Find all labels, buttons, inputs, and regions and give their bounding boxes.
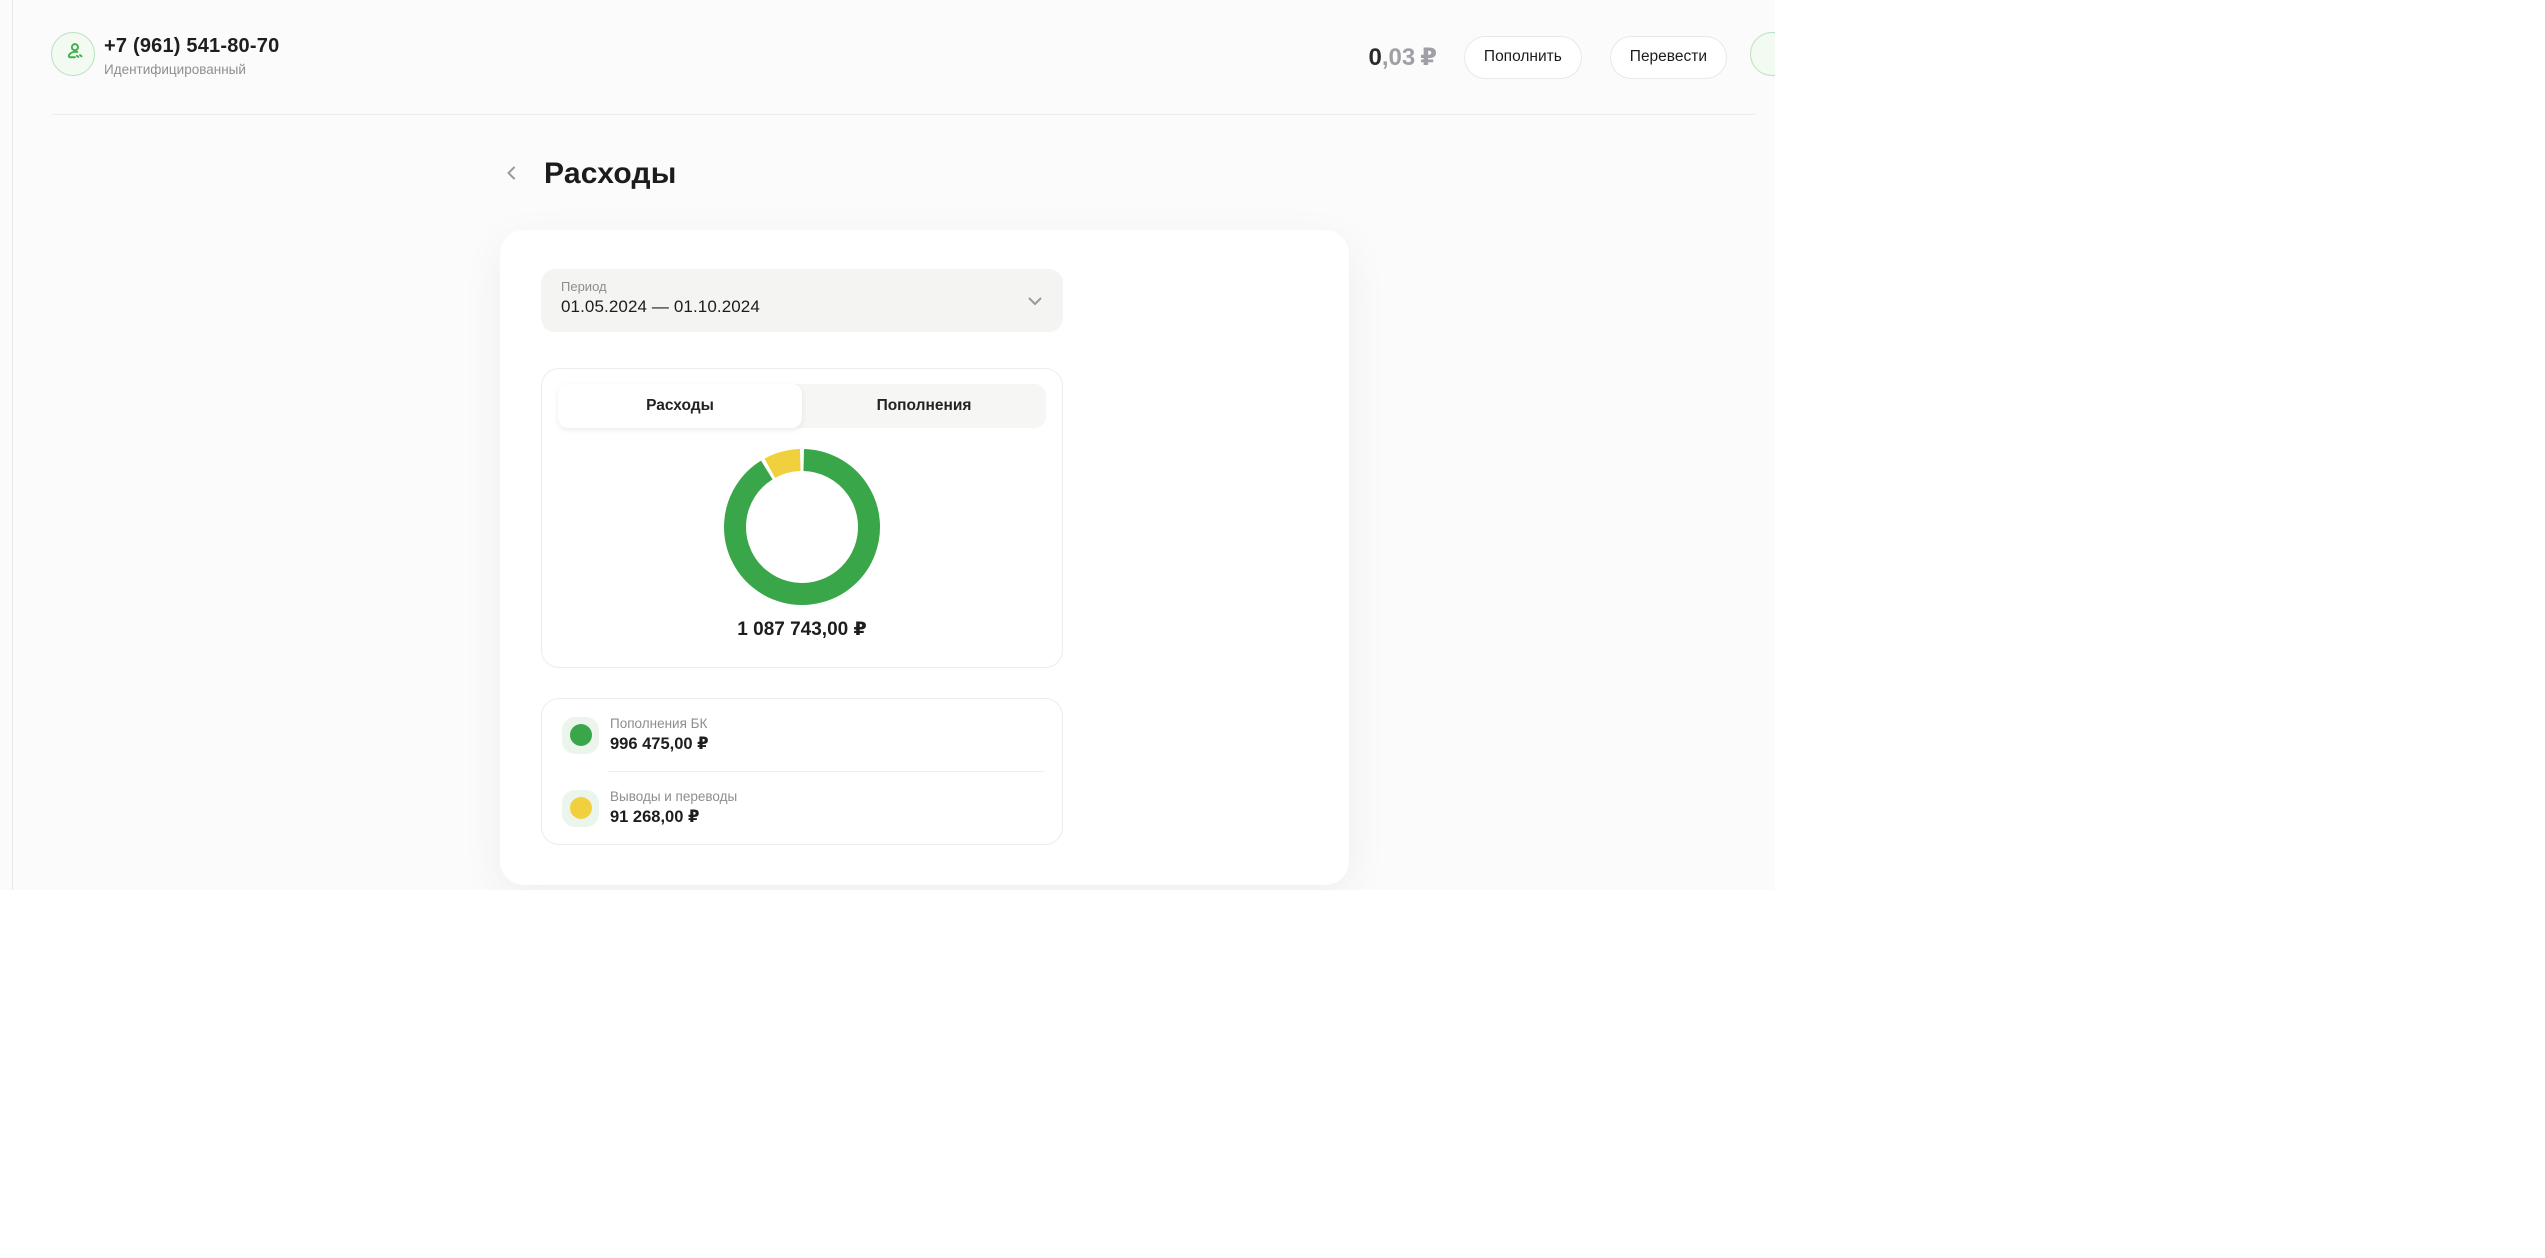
- chart-total: 1 087 743,00 ₽: [542, 618, 1062, 641]
- user-info[interactable]: +7 (961) 541-80-70 Идентифицированный: [104, 35, 279, 77]
- balance: 0,03₽: [1368, 43, 1436, 72]
- profile-avatar[interactable]: [51, 32, 95, 76]
- balance-fraction: ,03: [1382, 44, 1415, 71]
- green-dot-icon: [570, 724, 592, 746]
- yellow-dot-icon: [570, 797, 592, 819]
- back-button[interactable]: [502, 156, 532, 192]
- chart-tabs: Расходы Пополнения: [558, 384, 1046, 428]
- legend-icon: [562, 790, 599, 827]
- tab-topups[interactable]: Пополнения: [802, 384, 1046, 428]
- legend: Пополнения БК 996 475,00 ₽ Выводы и пере…: [541, 698, 1063, 845]
- period-value: 01.05.2024 — 01.10.2024: [561, 297, 1015, 317]
- donut-chart: [542, 447, 1062, 607]
- legend-row-withdrawals: Выводы и переводы 91 268,00 ₽: [542, 772, 1062, 844]
- chart-panel: Расходы Пополнения 1 087 743,00 ₽: [541, 368, 1063, 668]
- chevron-left-icon: [502, 163, 522, 186]
- partial-circle-button[interactable]: [1750, 32, 1775, 76]
- period-selector[interactable]: Период 01.05.2024 — 01.10.2024: [541, 269, 1063, 332]
- header-divider: [52, 114, 1755, 115]
- page-left-border: [12, 0, 13, 890]
- user-check-icon: [62, 40, 85, 68]
- legend-label: Выводы и переводы: [610, 789, 737, 804]
- legend-label: Пополнения БК: [610, 716, 709, 731]
- header-actions: 0,03₽ Пополнить Перевести: [1368, 0, 1727, 114]
- phone-number: +7 (961) 541-80-70: [104, 35, 279, 58]
- identity-status: Идентифицированный: [104, 62, 279, 77]
- transfer-button[interactable]: Перевести: [1610, 36, 1727, 79]
- title-row: Расходы: [502, 156, 677, 192]
- period-label: Период: [561, 279, 1015, 294]
- balance-whole: 0: [1368, 44, 1381, 71]
- chevron-down-icon: [1024, 290, 1046, 317]
- legend-value: 91 268,00 ₽: [610, 807, 737, 827]
- legend-icon: [562, 717, 599, 754]
- tab-expenses[interactable]: Расходы: [558, 384, 802, 428]
- topup-button[interactable]: Пополнить: [1464, 36, 1582, 79]
- header: +7 (961) 541-80-70 Идентифицированный 0,…: [0, 0, 1775, 114]
- page-title: Расходы: [544, 157, 677, 191]
- expenses-card: Период 01.05.2024 — 01.10.2024 Расходы П…: [500, 230, 1349, 885]
- legend-value: 996 475,00 ₽: [610, 734, 709, 754]
- app-viewport: +7 (961) 541-80-70 Идентифицированный 0,…: [0, 0, 1775, 890]
- ruble-sign: ₽: [1420, 44, 1437, 71]
- legend-row-topups-bk: Пополнения БК 996 475,00 ₽: [542, 699, 1062, 771]
